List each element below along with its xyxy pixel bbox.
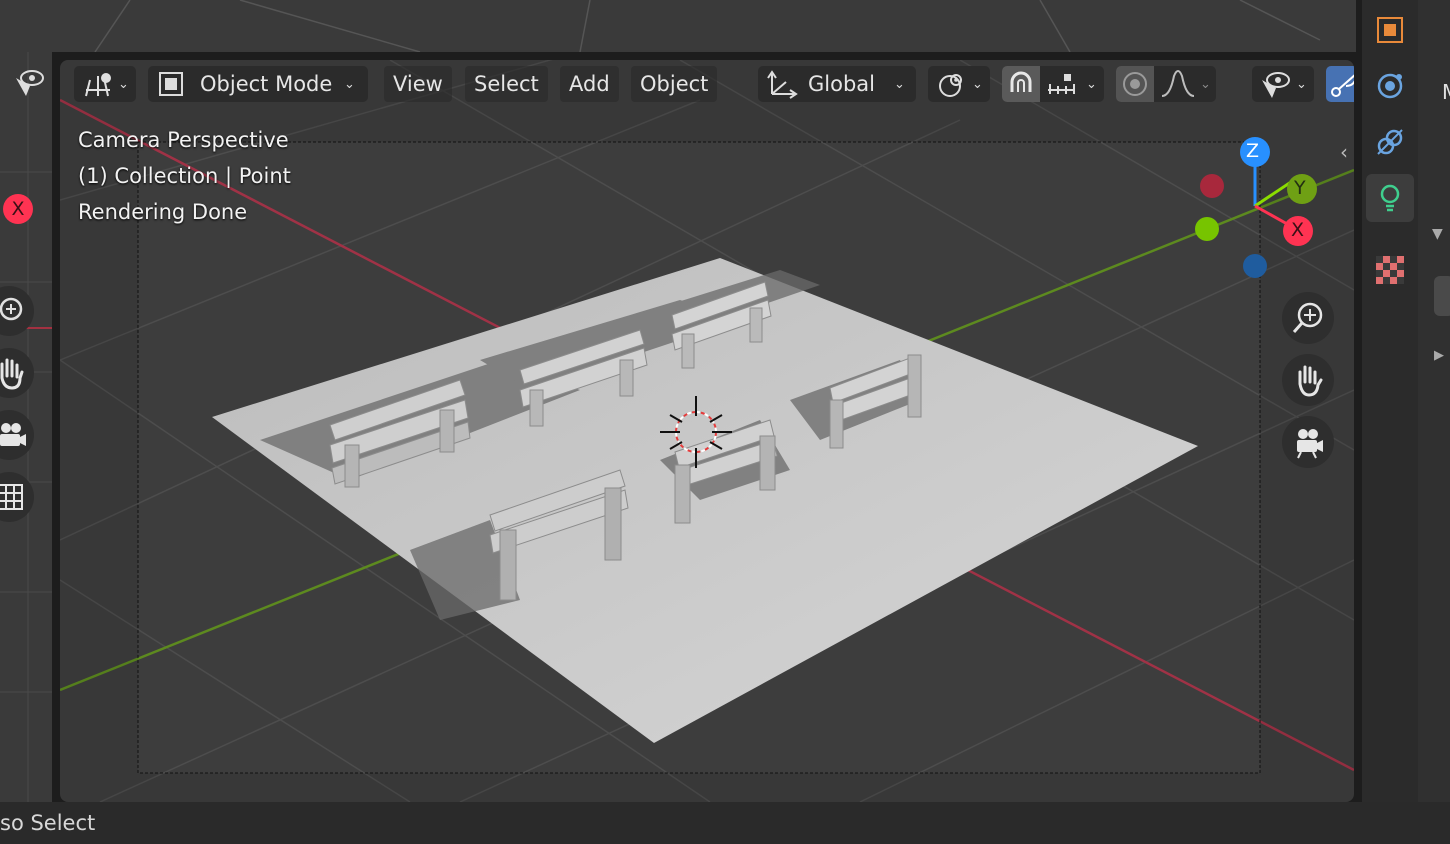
falloff-icon (1161, 70, 1195, 97)
left-view-icon[interactable] (10, 68, 46, 100)
physics-tab-icon (1377, 73, 1403, 99)
camera-icon (1297, 429, 1323, 459)
upper-grid (94, 0, 1321, 52)
navigation-gizmo[interactable] (1190, 134, 1330, 284)
constraints-tab-icon (1377, 129, 1403, 155)
chevron-down-icon: ⌄ (1086, 77, 1097, 92)
texture-tab-icon (1376, 256, 1404, 284)
properties-tab-bar (1362, 0, 1418, 802)
panel-expand-icon[interactable]: ▶ (1434, 348, 1444, 363)
object-mode-icon (159, 72, 183, 96)
snap-controls[interactable]: ⌄ (1002, 66, 1104, 102)
status-bar: so Select (0, 802, 1450, 844)
gizmo-neg-z (1243, 254, 1267, 278)
tab-object[interactable] (1366, 6, 1414, 54)
light-data-tab-icon (1380, 184, 1400, 212)
object-tab-icon (1377, 17, 1403, 43)
chevron-down-icon: ⌄ (1296, 77, 1307, 92)
proportional-edit-controls[interactable]: ⌄ (1116, 66, 1216, 102)
panel-collapse-icon[interactable]: ▼ (1432, 226, 1443, 242)
left-grid-button[interactable] (0, 472, 34, 522)
zoom-icon (0, 297, 23, 321)
gizmo-neg-y (1195, 217, 1219, 241)
properties-panel-title-partial: M (1442, 80, 1450, 104)
tab-texture[interactable] (1366, 246, 1414, 294)
gizmo-toggle-icon (1331, 74, 1354, 97)
viewport-info-collection: (1) Collection | Point (78, 164, 291, 188)
chevron-down-icon: ⌄ (1200, 77, 1211, 92)
pan-button[interactable] (1282, 354, 1334, 406)
tab-physics[interactable] (1366, 62, 1414, 110)
view-icon (85, 73, 111, 97)
transform-orientation-icon (767, 70, 798, 99)
gizmo-x-label: X (1291, 219, 1305, 241)
menu-object[interactable]: Object (631, 66, 718, 102)
camera-icon (0, 423, 26, 446)
pan-hand-icon (1298, 365, 1323, 397)
object-mode-dropdown[interactable]: Object Mode ⌄ (148, 66, 368, 102)
left-camera-button[interactable] (0, 410, 34, 460)
sidebar-toggle-icon[interactable]: ‹ (1340, 140, 1348, 164)
proportional-edit-icon (1123, 72, 1147, 96)
pivot-point-dropdown[interactable]: ⌄ (928, 66, 990, 102)
camera-view-button[interactable] (1282, 416, 1334, 468)
snap-toggle[interactable] (1002, 66, 1040, 102)
zoom-icon (1292, 302, 1323, 333)
chevron-down-icon: ⌄ (118, 77, 129, 92)
zoom-button[interactable] (1282, 292, 1334, 344)
menu-add[interactable]: Add (560, 66, 619, 102)
object-mode-label: Object Mode (200, 72, 333, 96)
chevron-down-icon: ⌄ (344, 77, 355, 92)
left-pan-button[interactable] (0, 348, 34, 398)
transform-orientation-dropdown[interactable]: Global ⌄ (758, 66, 916, 102)
panel-item-partial[interactable] (1434, 276, 1450, 316)
grid-icon (0, 484, 23, 510)
editor-type-dropdown[interactable]: ⌄ (74, 66, 136, 102)
snap-icon (1010, 71, 1032, 92)
gizmo-toggle-button[interactable] (1326, 66, 1354, 102)
pan-hand-icon (0, 358, 24, 390)
left-gizmo-x[interactable]: X (3, 194, 33, 224)
overlay-visibility-icon (1262, 72, 1290, 98)
viewport-info-render-status: Rendering Done (78, 200, 248, 224)
main-3d-viewport[interactable]: ⌄ Object Mode ⌄ View Select Add Object G… (60, 60, 1354, 802)
overlay-visibility-dropdown[interactable]: ⌄ (1252, 66, 1314, 102)
viewport-info-view: Camera Perspective (78, 128, 289, 152)
transform-orientation-label: Global (808, 72, 875, 96)
menu-view[interactable]: View (384, 66, 452, 102)
status-bar-hint: so Select (0, 811, 96, 835)
left-zoom-button[interactable] (0, 286, 34, 336)
chevron-down-icon: ⌄ (972, 77, 983, 92)
snap-increment-icon (1048, 74, 1075, 94)
tab-constraints[interactable] (1366, 118, 1414, 166)
tab-light-data[interactable] (1366, 174, 1414, 222)
upper-editor-area (0, 0, 1356, 52)
pivot-icon (939, 74, 962, 97)
proportional-edit-toggle[interactable] (1116, 66, 1154, 102)
left-3d-viewport[interactable]: X (0, 52, 52, 802)
menu-select[interactable]: Select (465, 66, 548, 102)
properties-panel[interactable]: M ▼ ▶ (1418, 0, 1450, 802)
gizmo-neg-x (1200, 174, 1224, 198)
gizmo-z-label: Z (1246, 140, 1260, 162)
gizmo-y-label: Y (1294, 177, 1306, 199)
chevron-down-icon: ⌄ (894, 77, 905, 92)
